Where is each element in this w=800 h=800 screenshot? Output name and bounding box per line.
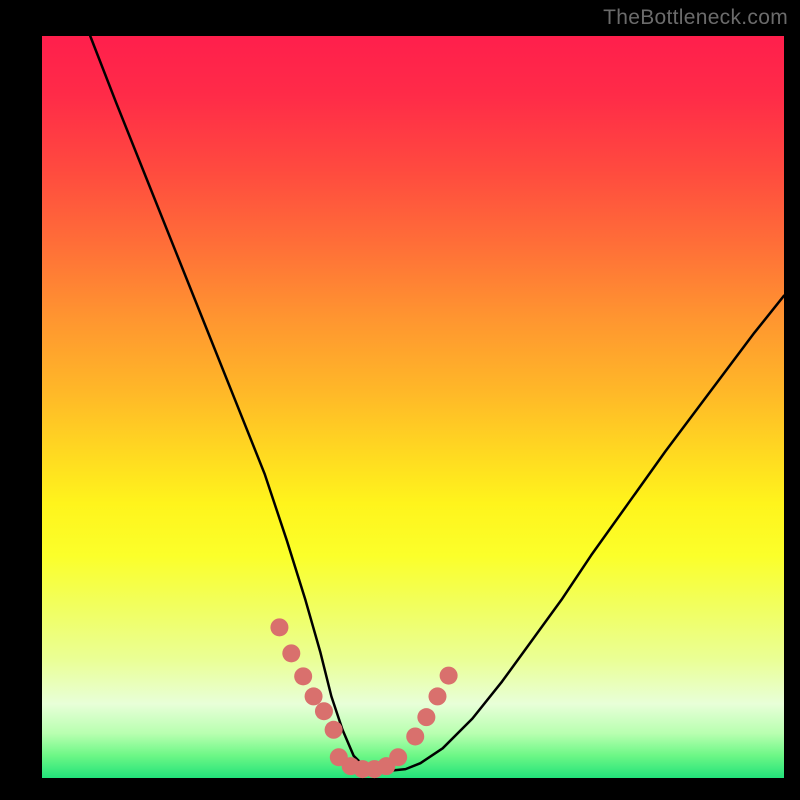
chart-frame: TheBottleneck.com (0, 0, 800, 800)
watermark-text: TheBottleneck.com (603, 6, 788, 30)
chart-svg (42, 36, 784, 778)
highlight-dots (270, 618, 457, 778)
plot-area (42, 36, 784, 778)
bottleneck-curve (90, 36, 784, 771)
